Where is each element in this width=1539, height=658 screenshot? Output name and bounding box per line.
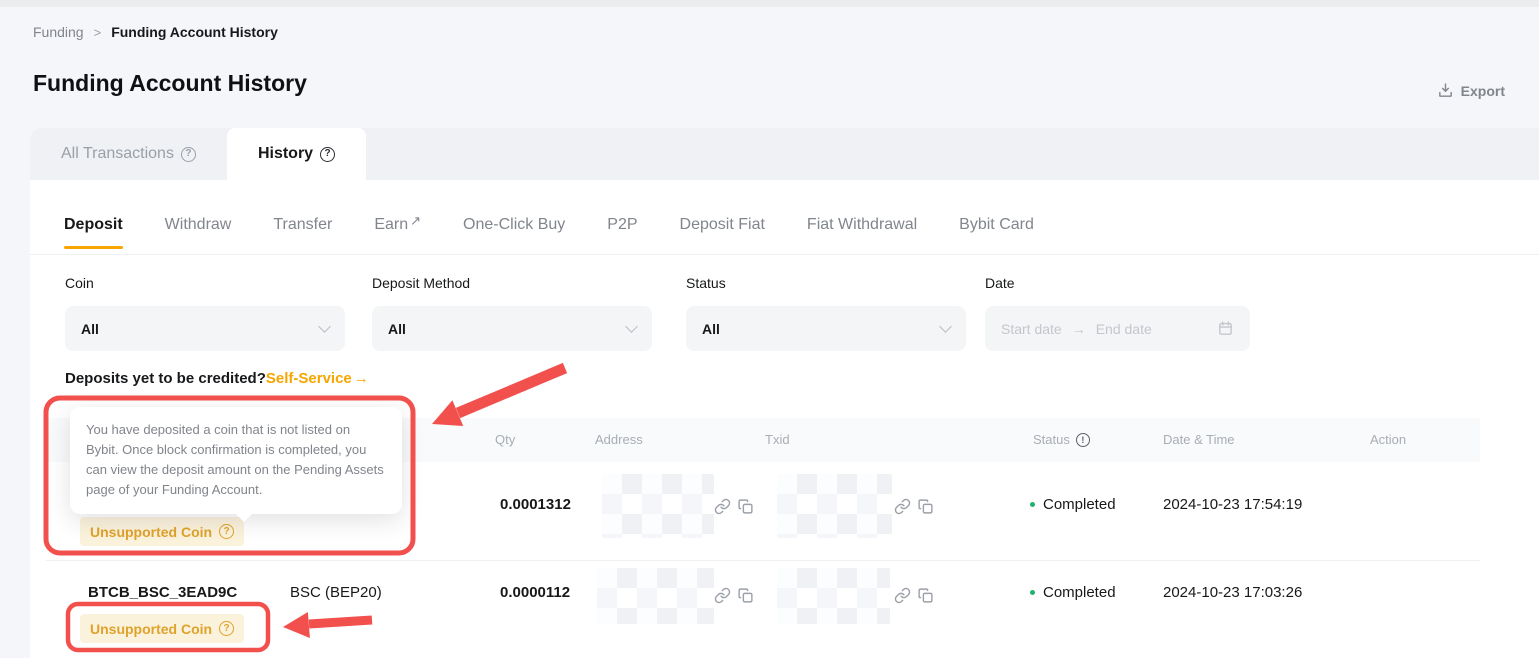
status-filter-label: Status	[686, 275, 966, 291]
status-dot	[1030, 590, 1035, 595]
status-select-value: All	[702, 321, 941, 337]
subtab-deposit-fiat[interactable]: Deposit Fiat	[680, 216, 765, 234]
self-service-link[interactable]: Self-Service	[266, 370, 352, 387]
start-date-input[interactable]: Start date	[1001, 321, 1062, 337]
subtab-p2p[interactable]: P2P	[607, 216, 637, 234]
chevron-down-icon	[939, 320, 952, 333]
link-icon[interactable]	[714, 498, 731, 515]
column-header-qty: Qty	[495, 418, 515, 462]
redacted-address	[597, 568, 714, 624]
pending-deposit-notice: Deposits yet to be credited?Self-Service…	[65, 370, 369, 387]
redacted-address	[602, 474, 714, 538]
coin-filter-label: Coin	[65, 275, 345, 291]
tab-history-label: History	[258, 145, 313, 163]
breadcrumb: Funding > Funding Account History	[33, 24, 278, 40]
info-circle-icon[interactable]: !	[1076, 433, 1090, 447]
qty-value: 0.0001312	[500, 496, 571, 513]
badge-label: Unsupported Coin	[90, 524, 212, 540]
subtab-bybit-card[interactable]: Bybit Card	[959, 216, 1034, 234]
redacted-txid	[777, 474, 892, 538]
copy-icon[interactable]	[917, 587, 934, 604]
window-top-edge	[0, 0, 1539, 7]
arrow-right-icon: →	[354, 370, 369, 387]
column-header-status: Status !	[1033, 418, 1090, 462]
subtab-bar: Deposit Withdraw Transfer Earn↗ One-Clic…	[64, 216, 1034, 234]
range-arrow-icon: →	[1072, 321, 1086, 337]
deposit-method-filter-label: Deposit Method	[372, 275, 652, 291]
tab-all-transactions-label: All Transactions	[61, 145, 174, 163]
question-circle-icon[interactable]: ?	[219, 524, 234, 539]
deposit-method-select-value: All	[388, 321, 627, 337]
question-circle-icon[interactable]: ?	[181, 147, 196, 162]
status-cell: Completed	[1030, 496, 1116, 513]
external-link-icon: ↗	[410, 213, 421, 228]
divider	[30, 254, 1539, 255]
subtab-earn-label: Earn	[374, 216, 408, 233]
coin-select[interactable]: All	[65, 306, 345, 351]
unsupported-coin-tooltip: You have deposited a coin that is not li…	[70, 407, 402, 514]
link-icon[interactable]	[894, 587, 911, 604]
column-header-datetime: Date & Time	[1163, 418, 1235, 462]
end-date-input[interactable]: End date	[1096, 321, 1152, 337]
export-label: Export	[1461, 83, 1505, 99]
coin-name: BTCB_BSC_3EAD9C	[88, 584, 237, 601]
question-circle-icon[interactable]: ?	[320, 147, 335, 162]
datetime-cell: 2024-10-23 17:03:26	[1163, 584, 1302, 601]
date-filter-label: Date	[985, 275, 1250, 291]
status-header-label: Status	[1033, 418, 1070, 462]
filter-status: Status All	[686, 275, 966, 351]
redacted-txid	[777, 568, 890, 624]
subtab-deposit[interactable]: Deposit	[64, 216, 123, 234]
export-icon	[1437, 82, 1454, 99]
unsupported-coin-badge[interactable]: Unsupported Coin ?	[80, 517, 244, 546]
filter-date: Date Start date → End date	[985, 275, 1250, 351]
chain-type: BSC (BEP20)	[290, 584, 382, 601]
date-range-picker[interactable]: Start date → End date	[985, 306, 1250, 351]
tab-all-transactions[interactable]: All Transactions ?	[30, 128, 227, 180]
subtab-earn[interactable]: Earn↗	[374, 216, 421, 234]
status-dot	[1030, 502, 1035, 507]
status-label: Completed	[1043, 496, 1116, 513]
link-icon[interactable]	[894, 498, 911, 515]
link-icon[interactable]	[714, 587, 731, 604]
filter-coin: Coin All	[65, 275, 345, 351]
tooltip-text: You have deposited a coin that is not li…	[86, 422, 384, 497]
notice-text: Deposits yet to be credited?	[65, 370, 266, 387]
chevron-down-icon	[625, 320, 638, 333]
unsupported-coin-badge[interactable]: Unsupported Coin ?	[80, 614, 244, 643]
filter-deposit-method: Deposit Method All	[372, 275, 652, 351]
calendar-icon[interactable]	[1217, 320, 1234, 337]
status-label: Completed	[1043, 584, 1116, 601]
copy-icon[interactable]	[737, 498, 754, 515]
coin-select-value: All	[81, 321, 320, 337]
column-header-address: Address	[595, 418, 643, 462]
copy-icon[interactable]	[737, 587, 754, 604]
status-cell: Completed	[1030, 584, 1116, 601]
copy-icon[interactable]	[917, 498, 934, 515]
datetime-cell: 2024-10-23 17:54:19	[1163, 496, 1302, 513]
column-header-txid: Txid	[765, 418, 790, 462]
page-title: Funding Account History	[33, 70, 307, 97]
badge-label: Unsupported Coin	[90, 621, 212, 637]
status-select[interactable]: All	[686, 306, 966, 351]
question-circle-icon[interactable]: ?	[219, 621, 234, 636]
subtab-fiat-withdrawal[interactable]: Fiat Withdrawal	[807, 216, 917, 234]
tab-bar: All Transactions ? History ?	[30, 128, 1539, 180]
subtab-transfer[interactable]: Transfer	[273, 216, 332, 234]
subtab-one-click-buy[interactable]: One-Click Buy	[463, 216, 565, 234]
tab-history[interactable]: History ?	[227, 128, 366, 180]
divider	[46, 560, 1480, 561]
column-header-action: Action	[1370, 418, 1406, 462]
breadcrumb-separator: >	[94, 25, 102, 40]
subtab-withdraw[interactable]: Withdraw	[165, 216, 232, 234]
export-button[interactable]: Export	[1437, 82, 1505, 99]
breadcrumb-parent-link[interactable]: Funding	[33, 24, 84, 40]
chevron-down-icon	[318, 320, 331, 333]
history-panel: Deposit Withdraw Transfer Earn↗ One-Clic…	[30, 180, 1539, 658]
deposit-method-select[interactable]: All	[372, 306, 652, 351]
breadcrumb-current: Funding Account History	[111, 24, 278, 40]
qty-value: 0.0000112	[500, 584, 570, 601]
